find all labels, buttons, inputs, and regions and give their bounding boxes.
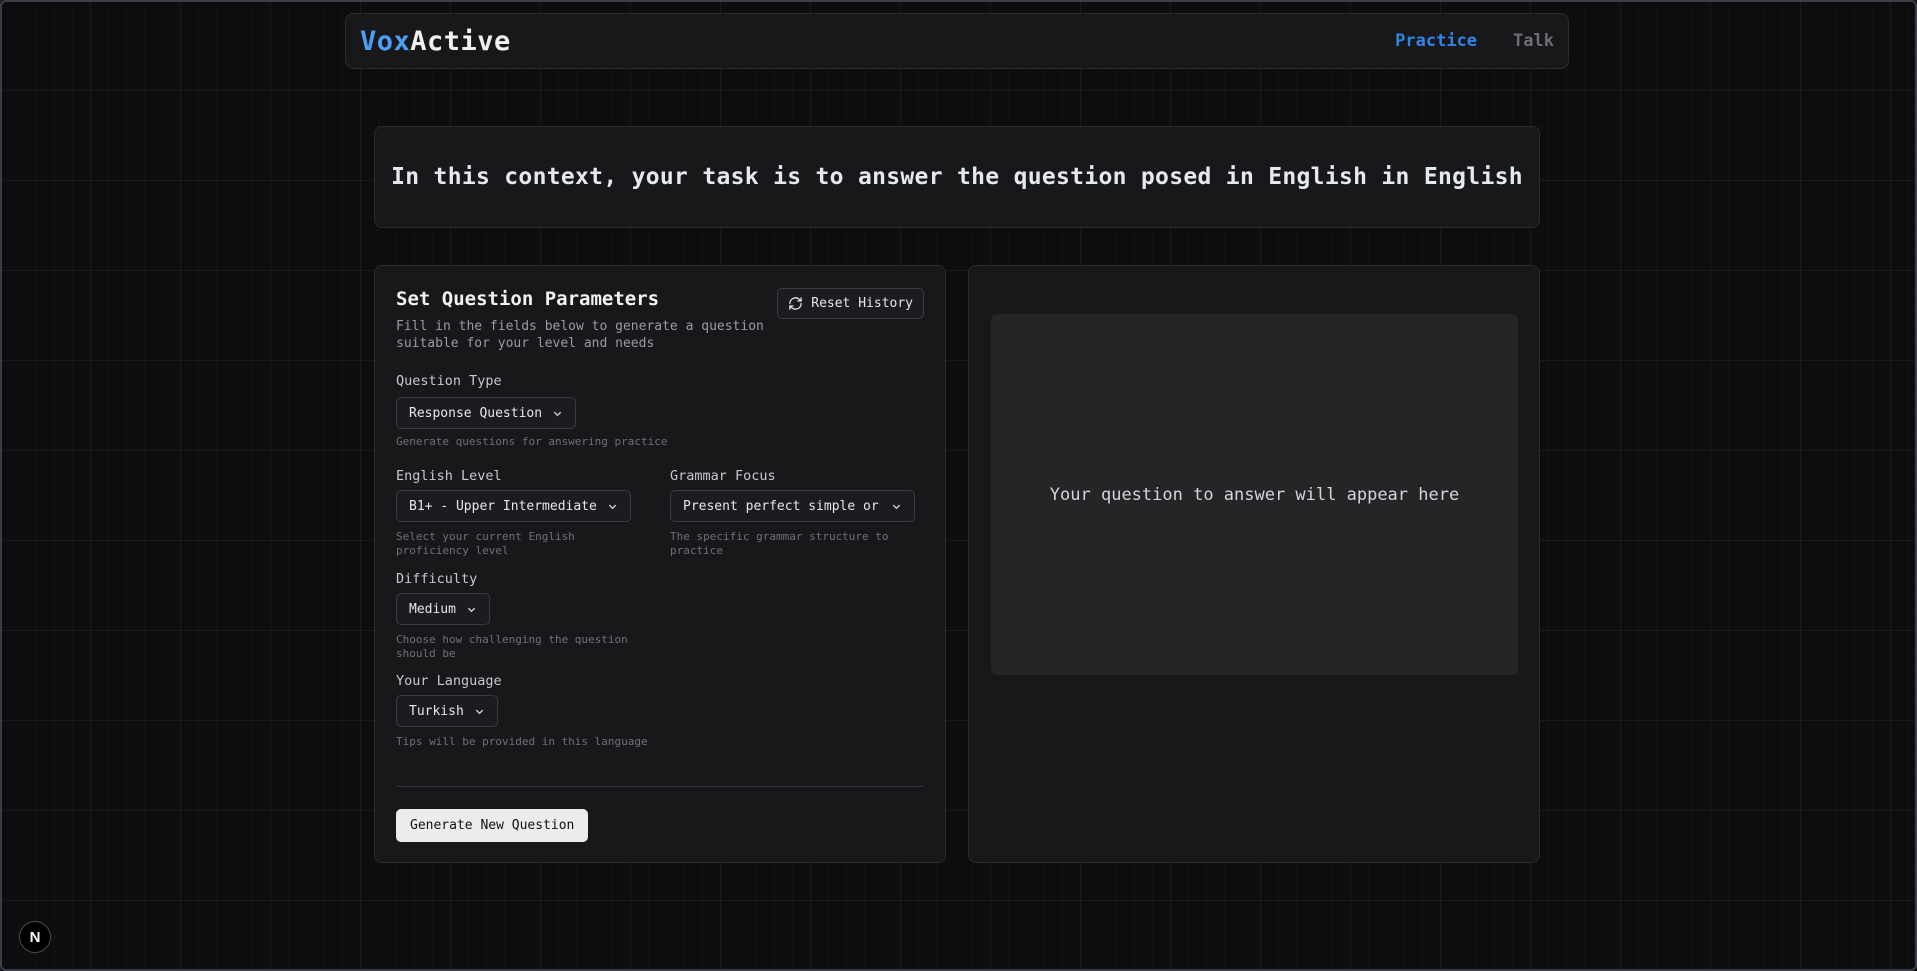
chevron-down-icon xyxy=(553,411,562,416)
language-value: Turkish xyxy=(409,703,464,719)
reset-history-label: Reset History xyxy=(811,296,913,311)
english-level-value: B1+ - Upper Intermediate xyxy=(409,498,597,514)
panel-description: Fill in the fields below to generate a q… xyxy=(396,319,764,351)
question-type-select[interactable]: Response Question xyxy=(396,397,577,429)
divider xyxy=(396,786,924,787)
reset-history-button[interactable]: Reset History xyxy=(777,288,924,319)
framework-badge-icon[interactable]: N xyxy=(19,921,51,953)
question-type-help: Generate questions for answering practic… xyxy=(396,435,668,448)
grammar-focus-help: The specific grammar structure to practi… xyxy=(670,530,889,557)
grammar-focus-select[interactable]: Present perfect simple or xyxy=(670,490,915,522)
difficulty-field: Difficulty Medium Choose how challenging… xyxy=(396,571,636,661)
logo-vox: Vox xyxy=(360,25,411,57)
language-field: Your Language Turkish Tips will be provi… xyxy=(396,673,696,749)
english-level-field: English Level B1+ - Upper Intermediate S… xyxy=(396,468,636,558)
chevron-down-icon xyxy=(608,504,617,509)
grammar-focus-value: Present perfect simple or xyxy=(683,498,879,514)
english-level-label: English Level xyxy=(396,468,502,484)
generate-question-button[interactable]: Generate New Question xyxy=(396,809,589,842)
app-logo[interactable]: VoxActive xyxy=(360,26,511,57)
question-type-value: Response Question xyxy=(409,405,543,421)
question-placeholder: Your question to answer will appear here xyxy=(1049,484,1460,505)
chevron-down-icon xyxy=(475,709,483,714)
task-instruction: In this context, your task is to answer … xyxy=(391,164,1523,190)
difficulty-help: Choose how challenging the question shou… xyxy=(396,633,628,660)
question-output-panel: Your question to answer will appear here xyxy=(968,265,1540,863)
question-type-field: Question Type Response Question Generate… xyxy=(396,373,668,449)
question-type-label: Question Type xyxy=(396,373,502,389)
question-output-area: Your question to answer will appear here xyxy=(991,314,1518,675)
question-parameters-panel: Set Question Parameters Fill in the fiel… xyxy=(374,265,946,863)
difficulty-value: Medium xyxy=(409,601,456,617)
grammar-focus-label: Grammar Focus xyxy=(670,468,776,484)
nav-practice-link[interactable]: Practice xyxy=(1395,31,1477,51)
top-navbar: VoxActive Practice Talk xyxy=(345,13,1569,69)
english-level-select[interactable]: B1+ - Upper Intermediate xyxy=(396,490,631,522)
difficulty-select[interactable]: Medium xyxy=(396,593,490,625)
language-select[interactable]: Turkish xyxy=(396,695,498,727)
english-level-help: Select your current English proficiency … xyxy=(396,530,575,557)
language-label: Your Language xyxy=(396,673,502,689)
chevron-down-icon xyxy=(467,607,476,612)
task-banner: In this context, your task is to answer … xyxy=(374,126,1540,228)
chevron-down-icon xyxy=(892,504,901,509)
main-nav: Practice Talk xyxy=(1395,31,1554,51)
nav-talk-link[interactable]: Talk xyxy=(1513,31,1554,51)
logo-active: Active xyxy=(410,25,511,57)
grammar-focus-field: Grammar Focus Present perfect simple or … xyxy=(670,468,920,558)
refresh-icon xyxy=(789,297,802,310)
language-help: Tips will be provided in this language xyxy=(396,735,648,748)
difficulty-label: Difficulty xyxy=(396,571,478,587)
